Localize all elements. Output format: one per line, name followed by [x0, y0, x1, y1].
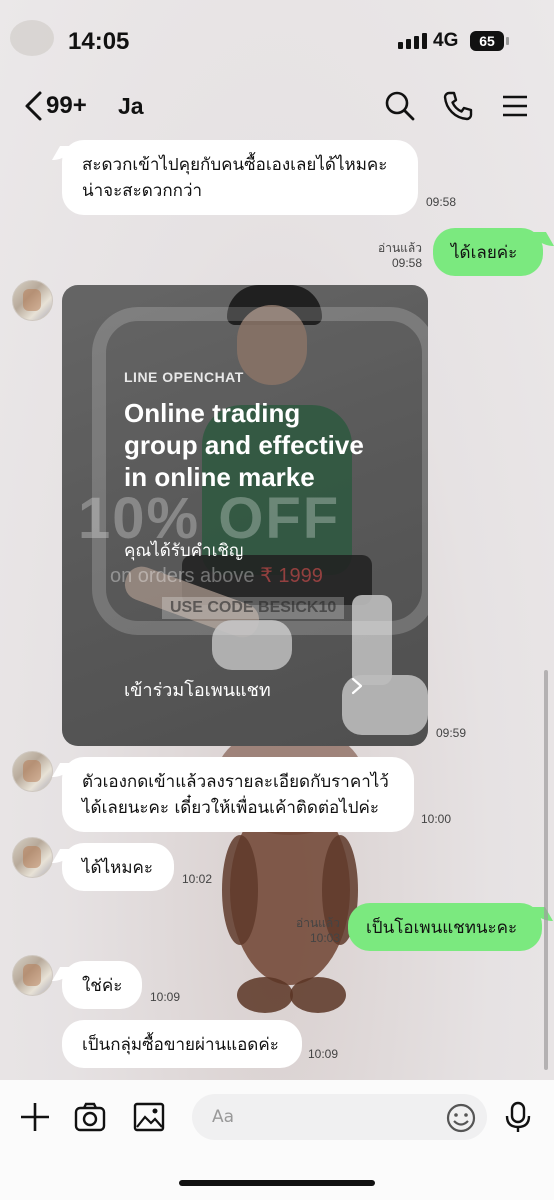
message-input[interactable]: Aa	[192, 1094, 487, 1140]
camera-icon	[74, 1102, 106, 1132]
avatar[interactable]	[12, 955, 53, 996]
avatar[interactable]	[12, 751, 53, 792]
home-indicator[interactable]	[179, 1180, 375, 1186]
message-time: 09:58	[426, 195, 457, 209]
menu-icon	[503, 95, 527, 117]
message-text: ได้ไหมคะ	[82, 858, 154, 878]
chevron-right-icon	[351, 677, 363, 695]
join-openchat-link[interactable]: เข้าร่วมโอเพนแชท	[124, 675, 271, 704]
card-orders-watermark: on orders above ₹ 1999	[110, 563, 323, 588]
message-time: 10:00	[421, 812, 452, 826]
message-bubble-received[interactable]: ใช่ค่ะ	[62, 961, 142, 1009]
status-time: 14:05	[68, 28, 130, 55]
message-time: 10:03	[309, 931, 340, 945]
message-time: 10:09	[150, 990, 181, 1004]
microphone-icon	[505, 1101, 531, 1132]
message-text: ใช่ค่ะ	[82, 976, 123, 996]
read-receipt: อ่านแล้ว	[296, 916, 340, 930]
message-text: เป็นโอเพนแชทนะคะ	[366, 918, 518, 938]
message-time: 09:58	[391, 256, 422, 270]
message-text: เป็นกลุ่มซื้อขายผ่านแอดค่ะ	[82, 1035, 279, 1055]
chat-header: 99+ Ja	[0, 80, 554, 136]
message-time: 10:09	[308, 1047, 339, 1061]
emoji-icon	[446, 1103, 476, 1133]
message-bubble-sent[interactable]: ได้เลยค่ะ	[433, 228, 543, 276]
search-button[interactable]	[384, 90, 416, 122]
card-orders-price: ₹ 1999	[260, 565, 323, 587]
message-time: 10:02	[182, 872, 213, 886]
voice-button[interactable]	[501, 1100, 535, 1134]
message-bubble-received[interactable]: สะดวกเข้าไปคุยกับคนซื้อเองเลยได้ไหมคะ น่…	[62, 140, 418, 215]
search-icon	[385, 91, 415, 121]
message-time: 09:59	[436, 726, 467, 740]
chat-title[interactable]: Ja	[118, 93, 144, 120]
read-receipt: อ่านแล้ว	[378, 241, 422, 255]
card-brand-label: LINE OPENCHAT	[124, 369, 244, 385]
gallery-button[interactable]	[132, 1100, 166, 1134]
message-bubble-received[interactable]: เป็นกลุ่มซื้อขายผ่านแอดค่ะ	[62, 1020, 302, 1068]
camera-button[interactable]	[73, 1100, 107, 1134]
message-text-line: ตัวเองกดเข้าแล้วลงรายละเอียดกับราคาไว้	[82, 772, 389, 792]
message-bubble-received[interactable]: ได้ไหมคะ	[62, 843, 174, 891]
image-icon	[133, 1102, 165, 1132]
phone-icon	[443, 91, 473, 121]
message-input-bar: Aa	[0, 1080, 554, 1200]
avatar[interactable]	[12, 280, 53, 321]
message-text-line: น่าจะสะดวกกว่า	[82, 181, 203, 201]
message-bubble-sent[interactable]: เป็นโอเพนแชทนะคะ	[348, 903, 542, 951]
scrollbar[interactable]	[544, 670, 548, 1070]
message-text-line: ได้เลยนะคะ เดี๋ยวให้เพื่อนเค้าติดต่อไปค่…	[82, 798, 380, 818]
card-orders-prefix: on orders above	[110, 565, 261, 587]
battery-icon: 65	[470, 31, 509, 51]
plus-icon	[21, 1103, 49, 1131]
card-subtitle: คุณได้รับคำเชิญ	[124, 541, 244, 561]
card-title: Online trading group and effective in on…	[124, 398, 364, 492]
status-bar: 14:05 4G 65	[0, 0, 554, 80]
network-type: 4G	[433, 30, 459, 51]
openchat-invite-card[interactable]: 10% OFF on orders above ₹ 1999 USE CODE …	[62, 285, 428, 746]
add-button[interactable]	[18, 1100, 52, 1134]
call-button[interactable]	[442, 90, 474, 122]
message-bubble-received[interactable]: ตัวเองกดเข้าแล้วลงรายละเอียดกับราคาไว้ ไ…	[62, 757, 414, 832]
message-text: ได้เลยค่ะ	[451, 243, 518, 263]
signal-strength-icon	[398, 33, 427, 49]
avatar[interactable]	[12, 837, 53, 878]
message-text-line: สะดวกเข้าไปคุยกับคนซื้อเองเลยได้ไหมคะ	[82, 155, 388, 175]
menu-button[interactable]	[499, 90, 531, 122]
battery-level: 65	[479, 33, 495, 49]
emoji-button[interactable]	[444, 1101, 478, 1135]
unread-count[interactable]: 99+	[46, 92, 87, 120]
card-code-watermark: USE CODE BESICK10	[162, 597, 345, 619]
